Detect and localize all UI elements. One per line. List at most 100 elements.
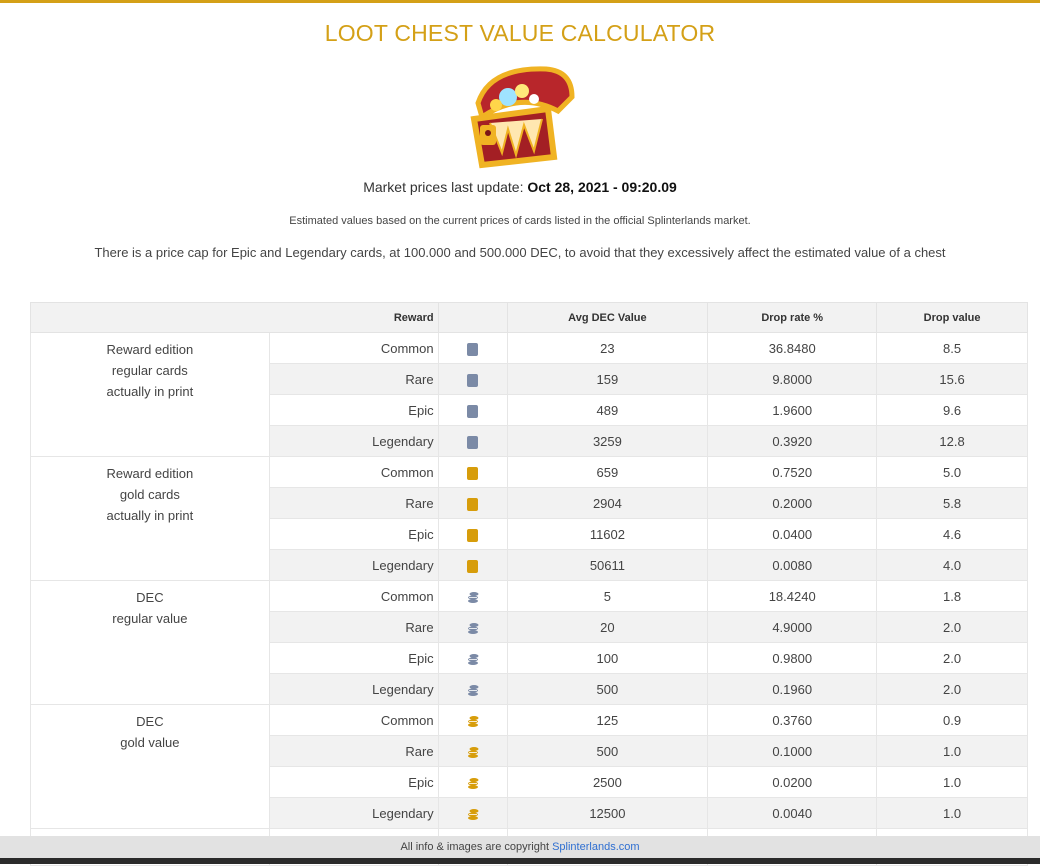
card-regular-icon — [467, 373, 479, 387]
market-update: Market prices last update: Oct 28, 2021 … — [0, 179, 1040, 195]
drop-rate-cell: 0.0080 — [707, 549, 878, 581]
group-label: Reward edition regular cards actually in p… — [30, 332, 270, 457]
rarity-cell: Epic — [268, 766, 439, 798]
coin-gold-icon — [467, 715, 479, 727]
drop-rate-cell: 0.0040 — [707, 797, 878, 829]
drop-value-cell: 2.0 — [876, 642, 1028, 674]
icon-cell — [437, 797, 508, 829]
coin-regular-icon — [467, 684, 479, 696]
drop-rate-cell: 0.7520 — [707, 456, 878, 488]
drop-rate-cell: 36.8480 — [707, 332, 878, 364]
drop-value-cell: 4.0 — [876, 549, 1028, 581]
avg-dec-cell: 125 — [506, 704, 709, 736]
footer: All info & images are copyright Splinter… — [0, 836, 1040, 858]
header-avg: Avg DEC Value — [506, 302, 709, 333]
drop-value-cell: 5.0 — [876, 456, 1028, 488]
rarity-cell: Rare — [268, 611, 439, 643]
treasure-chest-icon — [470, 66, 575, 169]
icon-cell — [437, 580, 508, 612]
market-update-date: Oct 28, 2021 - 09:20.09 — [527, 179, 677, 195]
group-label-line: Reward edition — [106, 466, 194, 481]
bottom-bar — [0, 858, 1040, 864]
drop-rate-cell: 1.9600 — [707, 394, 878, 426]
icon-cell — [437, 394, 508, 426]
coin-regular-icon — [467, 622, 479, 634]
header-icon — [437, 302, 508, 333]
group-label-line: regular value — [112, 611, 188, 626]
rarity-cell: Common — [268, 704, 439, 736]
group-label: DEC gold value — [30, 704, 270, 829]
rarity-cell: Legendary — [268, 673, 439, 705]
table-header-row: Reward Avg DEC Value Drop rate % Drop va… — [30, 302, 1028, 333]
icon-cell — [437, 549, 508, 581]
avg-dec-cell: 500 — [506, 673, 709, 705]
avg-dec-cell: 12500 — [506, 797, 709, 829]
rarity-cell: Legendary — [268, 797, 439, 829]
header-reward: Reward — [30, 302, 439, 333]
icon-cell — [437, 704, 508, 736]
card-regular-icon — [467, 435, 479, 449]
group-label-line: gold cards — [119, 487, 180, 502]
drop-value-cell: 1.8 — [876, 580, 1028, 612]
icon-cell — [437, 332, 508, 364]
drop-value-cell: 15.6 — [876, 363, 1028, 395]
market-update-label: Market prices last update: — [363, 179, 524, 195]
drop-value-cell: 1.0 — [876, 735, 1028, 767]
icon-cell — [437, 518, 508, 550]
icon-cell — [437, 766, 508, 798]
rarity-cell: Common — [268, 456, 439, 488]
group-label-line: actually in print — [106, 384, 194, 399]
drop-value-cell: 2.0 — [876, 611, 1028, 643]
card-gold-icon — [467, 497, 479, 511]
avg-dec-cell: 50611 — [506, 549, 709, 581]
drop-rate-cell: 0.9800 — [707, 642, 878, 674]
rarity-cell: Rare — [268, 735, 439, 767]
icon-cell — [437, 642, 508, 674]
group-label: DEC regular value — [30, 580, 270, 705]
page: LOOT CHEST VALUE CALCULATOR Market price… — [0, 3, 1040, 260]
drop-value-cell: 2.0 — [876, 673, 1028, 705]
drop-value-cell: 9.6 — [876, 394, 1028, 426]
avg-dec-cell: 489 — [506, 394, 709, 426]
card-gold-icon — [467, 466, 479, 480]
avg-dec-cell: 659 — [506, 456, 709, 488]
rarity-cell: Legendary — [268, 549, 439, 581]
drop-value-cell: 5.8 — [876, 487, 1028, 519]
rarity-cell: Rare — [268, 363, 439, 395]
rarity-cell: Legendary — [268, 425, 439, 457]
avg-dec-cell: 100 — [506, 642, 709, 674]
coin-gold-icon — [467, 808, 479, 820]
drop-rate-cell: 0.2000 — [707, 487, 878, 519]
drop-rate-cell: 0.1960 — [707, 673, 878, 705]
icon-cell — [437, 425, 508, 457]
icon-cell — [437, 673, 508, 705]
drop-rate-cell: 0.3760 — [707, 704, 878, 736]
drop-rate-cell: 0.0200 — [707, 766, 878, 798]
avg-dec-cell: 2904 — [506, 487, 709, 519]
coin-gold-icon — [467, 777, 479, 789]
footer-text: All info & images are copyright — [400, 841, 550, 853]
icon-cell — [437, 487, 508, 519]
coin-gold-icon — [467, 746, 479, 758]
drop-rate-cell: 0.0400 — [707, 518, 878, 550]
drop-rate-cell: 0.3920 — [707, 425, 878, 457]
drop-value-cell: 8.5 — [876, 332, 1028, 364]
coin-regular-icon — [467, 591, 479, 603]
avg-dec-cell: 11602 — [506, 518, 709, 550]
card-regular-icon — [467, 342, 479, 356]
avg-dec-cell: 500 — [506, 735, 709, 767]
card-gold-icon — [467, 528, 479, 542]
icon-cell — [437, 611, 508, 643]
icon-cell — [437, 363, 508, 395]
rarity-cell: Epic — [268, 642, 439, 674]
footer-link[interactable]: Splinterlands.com — [552, 841, 639, 853]
icon-cell — [437, 735, 508, 767]
rarity-cell: Common — [268, 580, 439, 612]
avg-dec-cell: 3259 — [506, 425, 709, 457]
estimated-note: Estimated values based on the current pr… — [289, 215, 751, 227]
table-body: Reward edition regular cards actually in p… — [30, 332, 1028, 866]
table-row: DEC gold value Common 125 0.3760 0.9 — [30, 704, 1028, 829]
rarity-cell: Epic — [268, 394, 439, 426]
group-label-line: actually in print — [106, 508, 194, 523]
rarity-cell: Epic — [268, 518, 439, 550]
